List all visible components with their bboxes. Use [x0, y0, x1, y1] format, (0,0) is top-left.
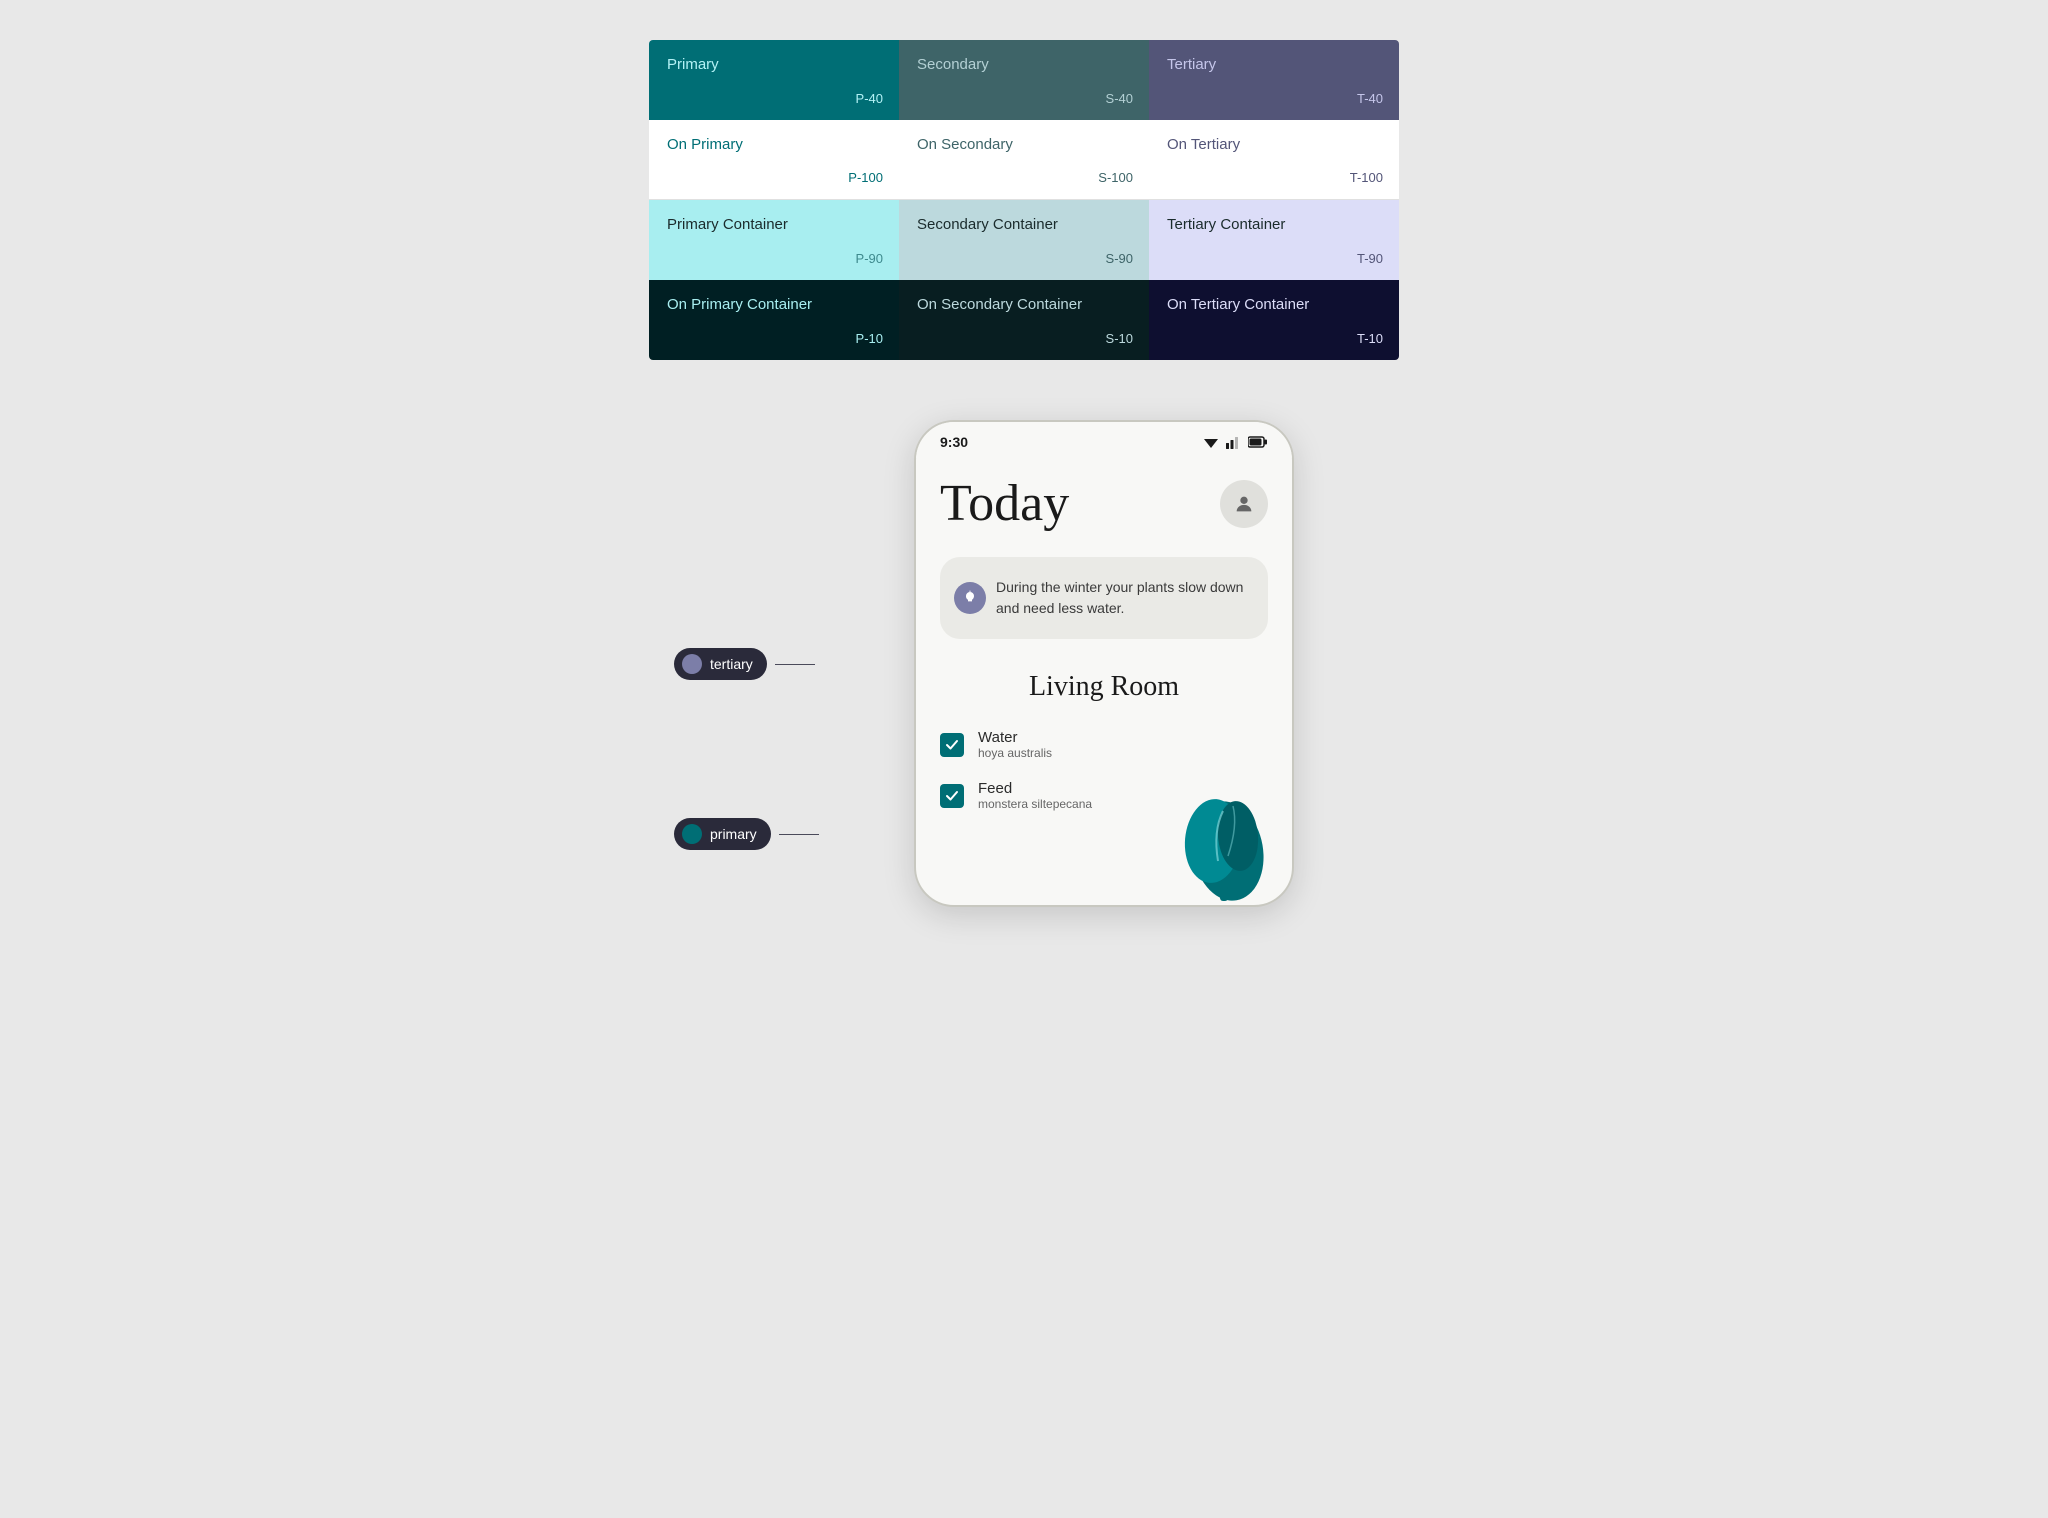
color-code-primary-container: P-90 [856, 251, 883, 266]
color-label-on-primary: On Primary [667, 136, 881, 153]
color-cell-secondary-40: Secondary S-40 [899, 40, 1149, 120]
task-sub-water: hoya australis [978, 746, 1052, 760]
status-icons [1202, 435, 1268, 449]
annotation-label-primary: primary [710, 826, 757, 842]
color-code-secondary: S-40 [1106, 91, 1133, 106]
color-cell-primary-container: Primary Container P-90 [649, 200, 899, 280]
task-sub-feed: monstera siltepecana [978, 797, 1092, 811]
annotation-tertiary: tertiary [674, 648, 815, 680]
color-label-primary-container: Primary Container [667, 216, 881, 233]
color-code-on-secondary: S-100 [1098, 170, 1133, 185]
page-title: Today [940, 474, 1069, 533]
color-cell-secondary-container: Secondary Container S-90 [899, 200, 1149, 280]
color-label-on-secondary-container: On Secondary Container [917, 296, 1131, 313]
phone-mockup-wrapper: tertiary primary 9:30 [674, 420, 1374, 907]
color-cell-tertiary-container: Tertiary Container T-90 [1149, 200, 1399, 280]
color-label-primary: Primary [667, 56, 881, 73]
checkbox-feed[interactable] [940, 784, 964, 808]
color-cell-primary-40: Primary P-40 [649, 40, 899, 120]
color-palette-table: Primary P-40 Secondary S-40 Tertiary T-4… [649, 40, 1399, 360]
annotation-line-primary [779, 834, 819, 835]
color-label-tertiary-container: Tertiary Container [1167, 216, 1381, 233]
annotation-dot-primary [682, 824, 702, 844]
wifi-icon [1202, 435, 1220, 449]
phone-content: Today During the winter your plants sl [916, 458, 1292, 905]
page-header: Today [940, 458, 1268, 533]
annotation-label-tertiary: tertiary [710, 656, 753, 672]
checkmark-icon [945, 738, 959, 752]
color-cell-on-secondary: On Secondary S-100 [899, 120, 1149, 200]
status-bar: 9:30 [916, 422, 1292, 458]
battery-icon [1248, 436, 1268, 448]
tip-card: During the winter your plants slow down … [940, 557, 1268, 639]
color-label-on-tertiary-container: On Tertiary Container [1167, 296, 1381, 313]
annotation-line-tertiary [775, 664, 815, 665]
person-icon [1233, 493, 1255, 515]
color-label-tertiary: Tertiary [1167, 56, 1381, 73]
task-info-water: Water hoya australis [978, 729, 1052, 760]
color-code-on-primary: P-100 [848, 170, 883, 185]
tip-text: During the winter your plants slow down … [996, 577, 1248, 619]
checkmark-icon-2 [945, 789, 959, 803]
status-time: 9:30 [940, 434, 968, 450]
color-label-secondary-container: Secondary Container [917, 216, 1131, 233]
color-label-on-secondary: On Secondary [917, 136, 1131, 153]
section-title-living-room: Living Room [940, 671, 1268, 703]
color-cell-on-tertiary: On Tertiary T-100 [1149, 120, 1399, 200]
color-code-secondary-container: S-90 [1106, 251, 1133, 266]
color-label-on-tertiary: On Tertiary [1167, 136, 1381, 153]
color-code-on-secondary-container: S-10 [1106, 331, 1133, 346]
color-cell-on-primary: On Primary P-100 [649, 120, 899, 200]
color-code-on-primary-container: P-10 [856, 331, 883, 346]
color-label-on-primary-container: On Primary Container [667, 296, 881, 313]
tip-icon [954, 582, 986, 614]
plant-illustration [1158, 761, 1278, 901]
color-code-tertiary-container: T-90 [1357, 251, 1383, 266]
annotation-primary: primary [674, 818, 819, 850]
color-code-primary: P-40 [856, 91, 883, 106]
task-info-feed: Feed monstera siltepecana [978, 780, 1092, 811]
annotation-pill-primary: primary [674, 818, 771, 850]
phone-device: 9:30 [914, 420, 1294, 907]
annotation-pill-tertiary: tertiary [674, 648, 767, 680]
lightbulb-icon [962, 590, 978, 606]
task-name-feed: Feed [978, 780, 1092, 797]
color-label-secondary: Secondary [917, 56, 1131, 73]
annotation-dot-tertiary [682, 654, 702, 674]
color-code-tertiary: T-40 [1357, 91, 1383, 106]
color-cell-tertiary-40: Tertiary T-40 [1149, 40, 1399, 120]
color-cell-on-tertiary-container: On Tertiary Container T-10 [1149, 280, 1399, 360]
task-list: Water hoya australis Feed monstera silte… [940, 719, 1268, 881]
avatar-button[interactable] [1220, 480, 1268, 528]
color-code-on-tertiary: T-100 [1350, 170, 1383, 185]
color-code-on-tertiary-container: T-10 [1357, 331, 1383, 346]
color-cell-on-secondary-container: On Secondary Container S-10 [899, 280, 1149, 360]
task-name-water: Water [978, 729, 1052, 746]
signal-icon [1226, 435, 1242, 449]
checkbox-water[interactable] [940, 733, 964, 757]
color-cell-on-primary-container: On Primary Container P-10 [649, 280, 899, 360]
